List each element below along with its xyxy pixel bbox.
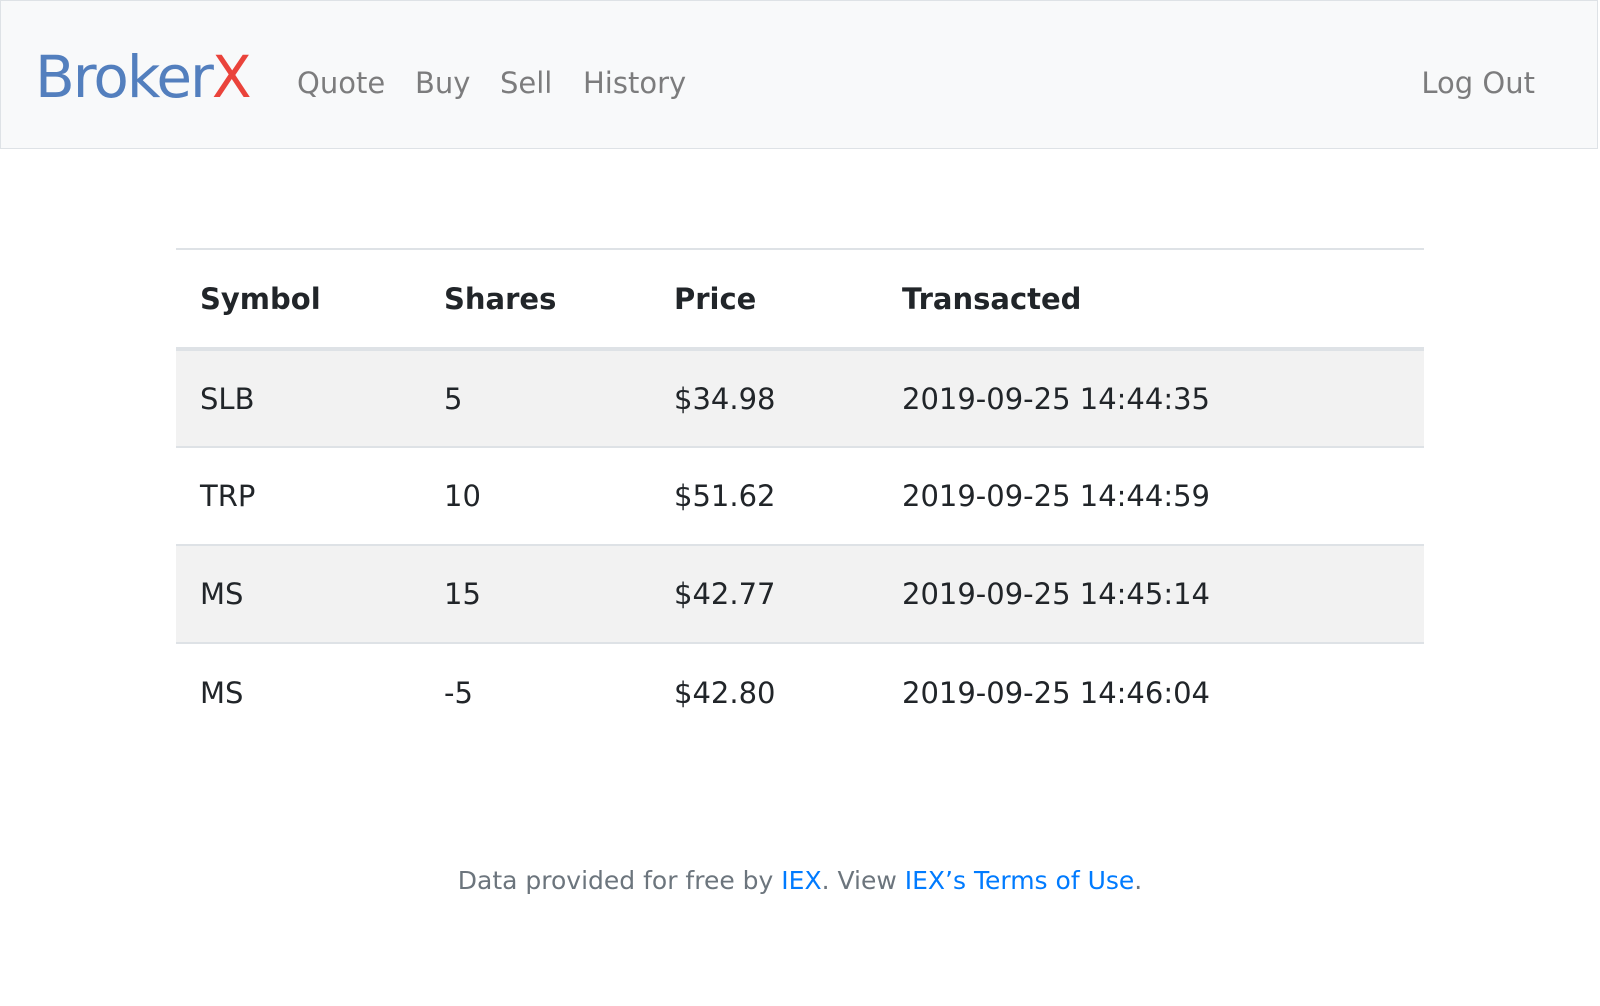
brand-text-broker: Broker <box>35 43 214 111</box>
footer: Data provided for free by IEX. View IEX’… <box>0 866 1600 895</box>
cell-symbol: SLB <box>200 381 255 416</box>
iex-terms-link[interactable]: IEX’s Terms of Use <box>905 866 1135 895</box>
table-header: Symbol Shares Price Transacted <box>176 248 1424 351</box>
brand-text-x: X <box>211 43 252 111</box>
cell-transacted: 2019-09-25 14:44:35 <box>902 381 1210 416</box>
nav-link-quote[interactable]: Quote <box>297 63 385 103</box>
nav-link-history[interactable]: History <box>583 63 686 103</box>
footer-prefix: Data provided for free by <box>457 866 782 895</box>
header-symbol: Symbol <box>176 248 420 351</box>
iex-link[interactable]: IEX <box>781 866 821 895</box>
header-transacted: Transacted <box>878 248 1424 351</box>
cell-shares: 5 <box>444 381 463 416</box>
logout-link[interactable]: Log Out <box>1421 63 1535 103</box>
footer-suffix: . <box>1134 866 1143 895</box>
table-row: SLB 5 $34.98 2019-09-25 14:44:35 <box>176 349 1424 447</box>
cell-transacted: 2019-09-25 14:46:04 <box>878 642 1424 741</box>
cell-shares: -5 <box>420 642 650 741</box>
cell-shares: 15 <box>420 544 650 643</box>
nav-link-sell[interactable]: Sell <box>500 63 552 103</box>
brand-logo[interactable]: BrokerX <box>35 37 252 117</box>
nav-link-buy[interactable]: Buy <box>415 63 470 103</box>
table-row: TRP 10 $51.62 2019-09-25 14:44:59 <box>176 446 1424 545</box>
cell-price: $51.62 <box>650 446 878 545</box>
table-body: SLB 5 $34.98 2019-09-25 14:44:35 TRP 10 … <box>176 349 1424 741</box>
cell-price: $42.77 <box>650 544 878 643</box>
cell-price: $42.80 <box>650 642 878 741</box>
cell-symbol: TRP <box>176 446 420 545</box>
table-header-row: Symbol Shares Price Transacted <box>176 248 1424 351</box>
footer-middle: . View <box>821 866 905 895</box>
cell-price: $34.98 <box>674 381 776 416</box>
cell-symbol: MS <box>176 642 420 741</box>
cell-transacted: 2019-09-25 14:44:59 <box>878 446 1424 545</box>
cell-transacted: 2019-09-25 14:45:14 <box>878 544 1424 643</box>
cell-shares: 10 <box>420 446 650 545</box>
table-row: MS -5 $42.80 2019-09-25 14:46:04 <box>176 642 1424 741</box>
table-row: MS 15 $42.77 2019-09-25 14:45:14 <box>176 544 1424 643</box>
navbar: BrokerX Quote Buy Sell History Log Out <box>0 0 1598 149</box>
header-shares: Shares <box>420 248 650 351</box>
history-table: Symbol Shares Price Transacted SLB 5 $34… <box>176 248 1424 741</box>
header-price: Price <box>650 248 878 351</box>
cell-symbol: MS <box>176 544 420 643</box>
